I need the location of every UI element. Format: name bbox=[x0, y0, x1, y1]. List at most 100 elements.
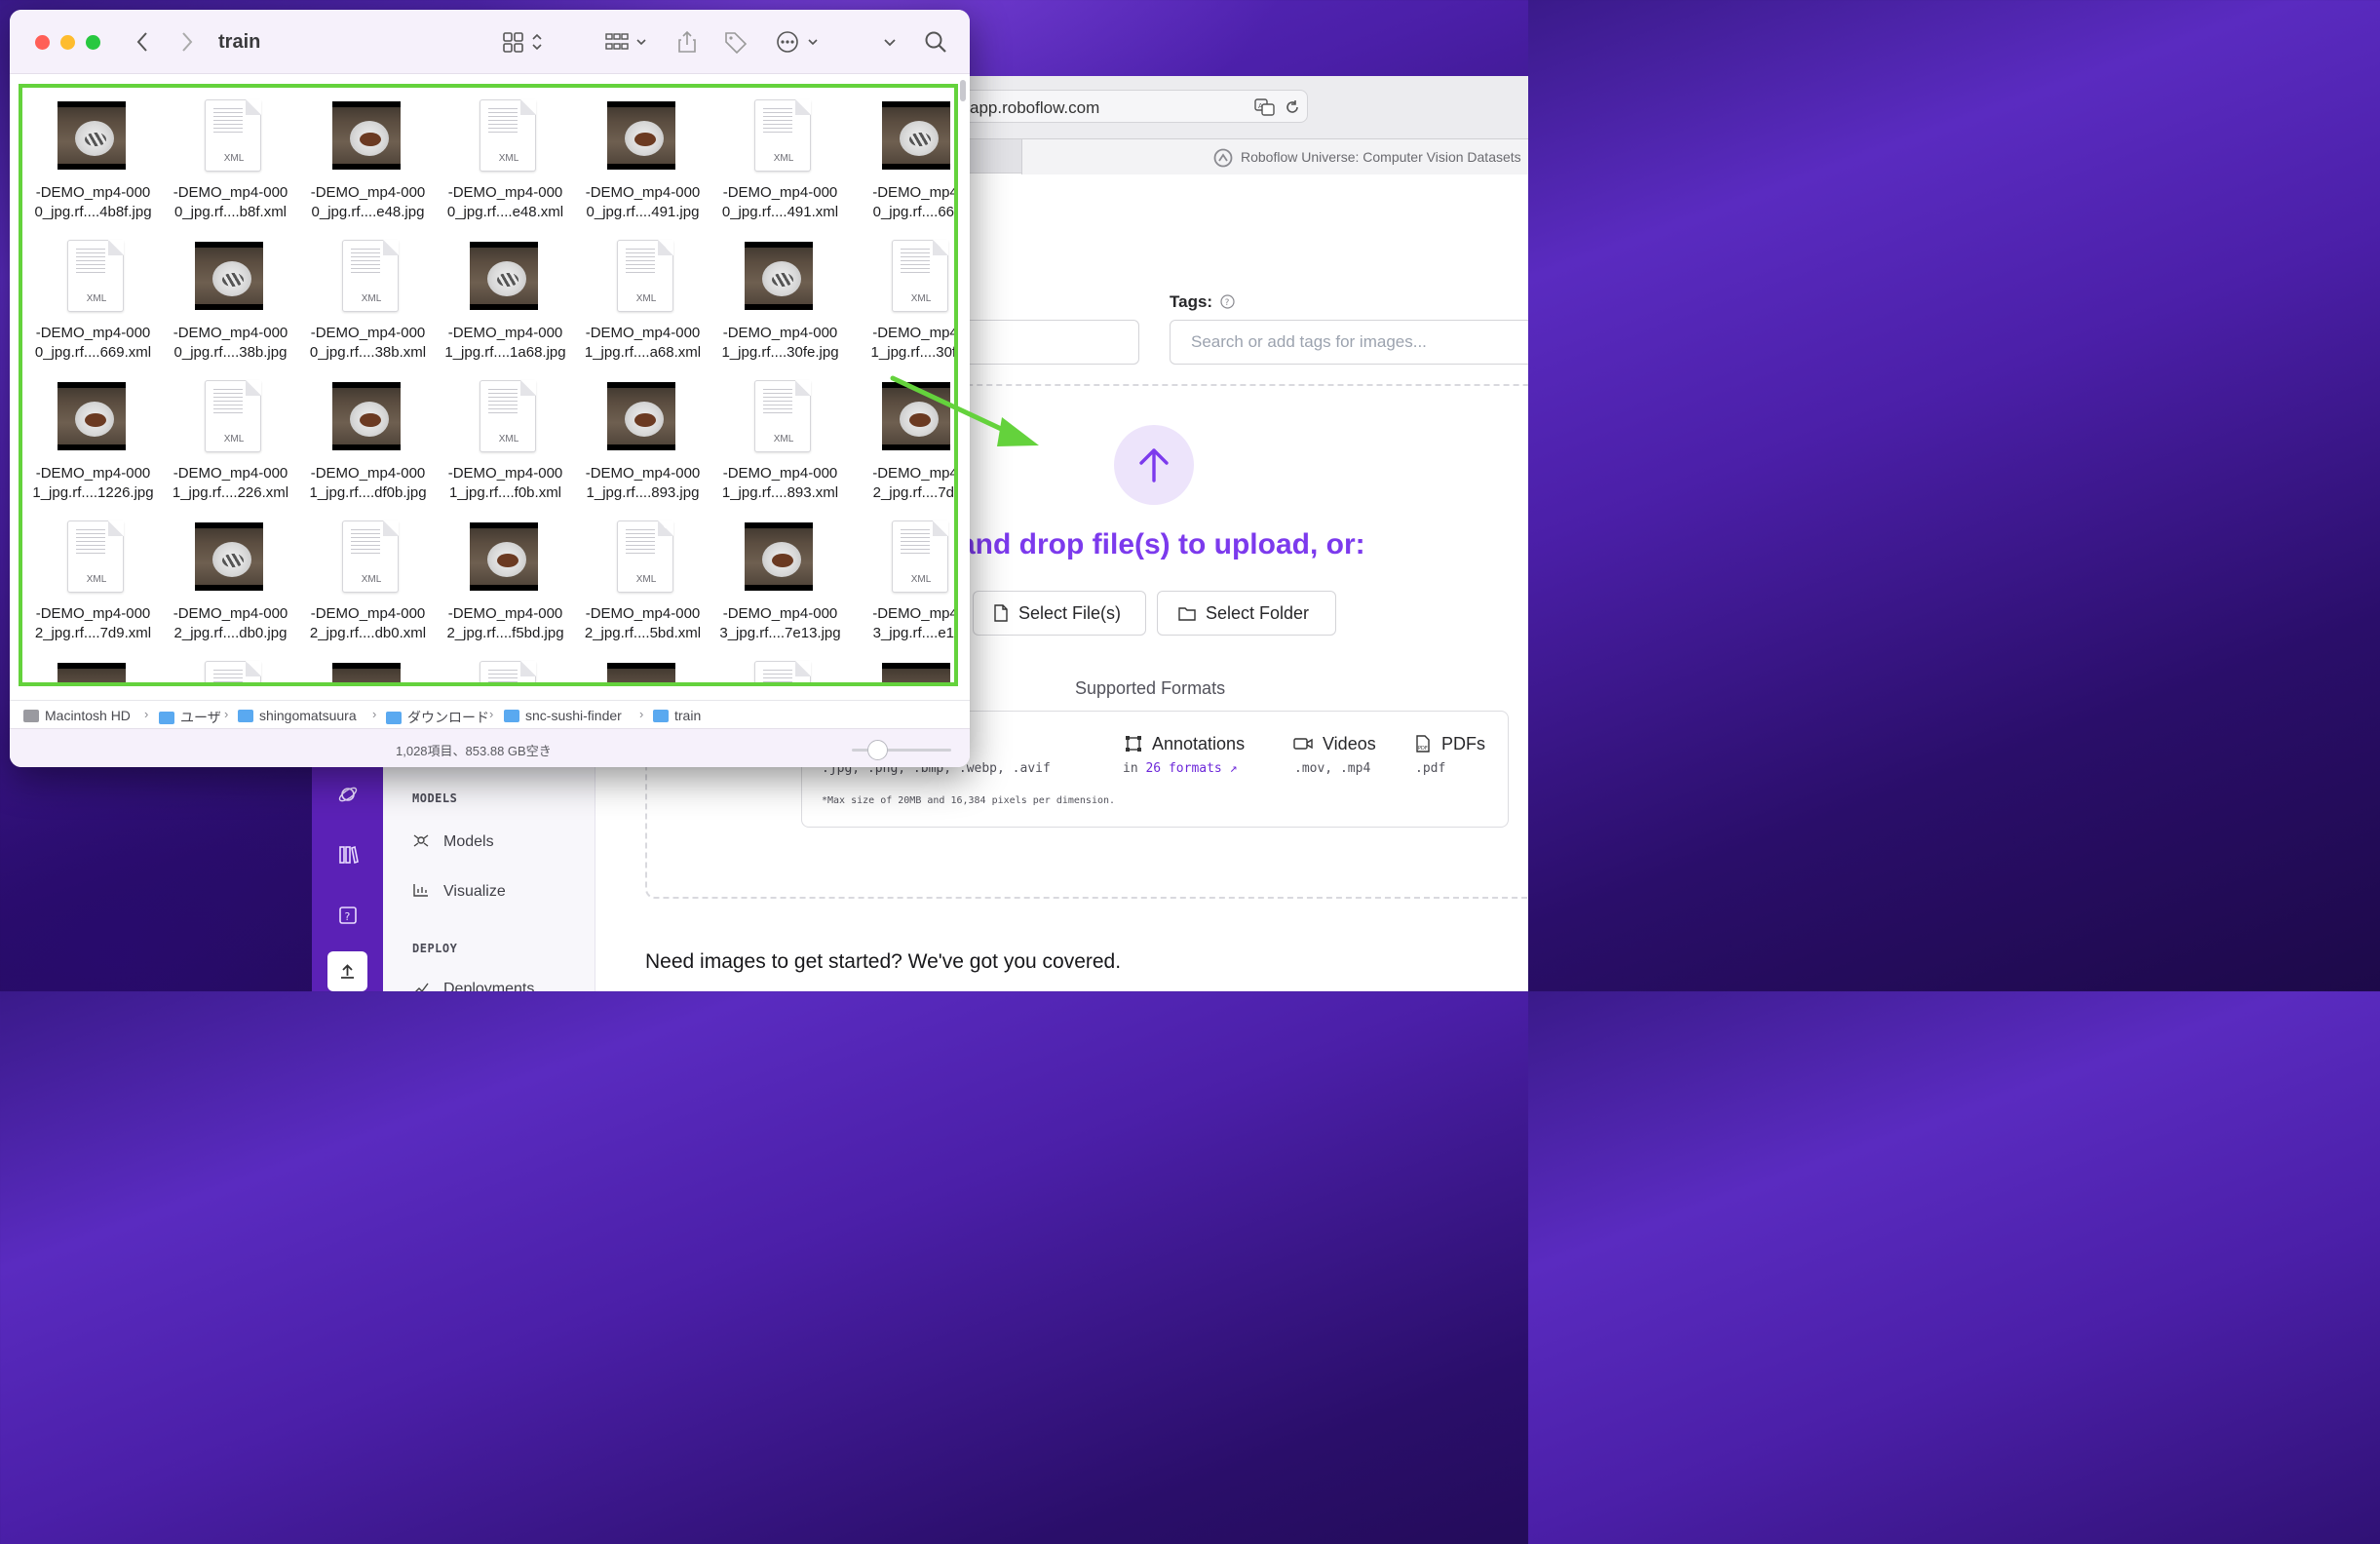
image-file-item[interactable]: -DEMO_mp4- 0_jpg.rf....669 bbox=[849, 90, 958, 230]
library-icon[interactable] bbox=[337, 844, 359, 866]
chevron-down-icon[interactable] bbox=[882, 30, 898, 54]
xml-file-item[interactable]: XML -DEMO_mp4-000 2_jpg.rf....db0.xml bbox=[299, 511, 437, 651]
file-name: -DEMO_mp4-000 3_jpg.rf....7e13.jpg bbox=[719, 605, 841, 641]
path-crumb[interactable]: ダウンロード bbox=[386, 708, 489, 727]
xml-file-item[interactable]: XML bbox=[437, 651, 574, 682]
image-file-item[interactable]: -DEMO_mp4-000 0_jpg.rf....38b.jpg bbox=[162, 230, 299, 370]
xml-file-item[interactable]: XML -DEMO_mp4-000 1_jpg.rf....893.xml bbox=[711, 370, 849, 511]
xml-file-item[interactable]: XML -DEMO_mp4- 1_jpg.rf....30fe bbox=[849, 230, 954, 370]
file-name: -DEMO_mp4-000 1_jpg.rf....893.xml bbox=[721, 465, 839, 501]
folder-icon bbox=[504, 710, 519, 722]
icon-view-icon[interactable] bbox=[502, 30, 545, 54]
select-files-button[interactable]: Select File(s) bbox=[973, 591, 1146, 636]
file-grid[interactable]: -DEMO_mp4-000 0_jpg.rf....4b8f.jpg XML -DEM… bbox=[19, 84, 958, 686]
xml-file-item[interactable]: XML bbox=[162, 651, 299, 682]
image-file-item[interactable]: -DEMO_mp4- 2_jpg.rf....7d9 bbox=[849, 370, 954, 511]
file-name: -DEMO_mp4-000 0_jpg.rf....e48.jpg bbox=[310, 184, 426, 220]
close-window-button[interactable] bbox=[35, 35, 50, 50]
annotation-formats-link[interactable]: 26 formats bbox=[1145, 761, 1221, 776]
image-file-item[interactable]: -DEMO_mp4-000 2_jpg.rf....db0.jpg bbox=[162, 511, 299, 651]
image-file-item[interactable]: -DEMO_mp4-000 2_jpg.rf....f5bd.jpg bbox=[437, 511, 574, 651]
back-icon[interactable] bbox=[134, 30, 150, 54]
xml-file-item[interactable]: XML -DEMO_mp4-000 0_jpg.rf....e48.xml bbox=[437, 90, 574, 230]
tab-roboflow-universe[interactable]: Roboflow Universe: Computer Vision Datas… bbox=[1021, 139, 1528, 174]
share-icon[interactable] bbox=[676, 30, 698, 54]
xml-file-item[interactable]: XML -DEMO_mp4-000 0_jpg.rf....669.xml bbox=[24, 230, 162, 370]
xml-document-icon: XML bbox=[205, 99, 261, 172]
xml-file-item[interactable]: XML -DEMO_mp4-000 2_jpg.rf....5bd.xml bbox=[574, 511, 711, 651]
path-crumb[interactable]: snc-sushi-finder bbox=[504, 708, 622, 723]
xml-document-icon: XML bbox=[205, 380, 261, 452]
image-file-item[interactable]: -DEMO_mp4-000 0_jpg.rf....491.jpg bbox=[574, 90, 711, 230]
xml-document-icon: XML bbox=[754, 661, 811, 682]
item-count-status: 1,028項目、853.88 GB空き bbox=[396, 744, 552, 758]
reload-icon[interactable] bbox=[1284, 98, 1301, 116]
image-thumbnail bbox=[332, 101, 401, 170]
group-icon[interactable] bbox=[604, 30, 651, 54]
xml-file-item[interactable]: XML bbox=[711, 651, 849, 682]
file-name: -DEMO_mp4-000 0_jpg.rf....4b8f.jpg bbox=[34, 184, 152, 220]
xml-file-item[interactable]: XML -DEMO_mp4-000 1_jpg.rf....f0b.xml bbox=[437, 370, 574, 511]
zoom-window-button[interactable] bbox=[86, 35, 100, 50]
image-file-item[interactable]: -DEMO_mp4-000 1_jpg.rf....30fe.jpg bbox=[711, 230, 849, 370]
roboflow-logo-icon bbox=[1213, 148, 1233, 168]
image-thumbnail bbox=[58, 663, 126, 682]
help-icon[interactable]: ? bbox=[337, 905, 359, 926]
image-file-item[interactable]: -DEMO_mp4-000 0_jpg.rf....e48.jpg bbox=[299, 90, 437, 230]
image-thumbnail bbox=[607, 382, 675, 450]
image-file-item[interactable]: -DEMO_mp4-000 0_jpg.rf....4b8f.jpg bbox=[24, 90, 162, 230]
path-crumb[interactable]: train bbox=[653, 708, 701, 723]
image-file-item[interactable] bbox=[24, 651, 162, 682]
svg-text:A: A bbox=[1258, 102, 1263, 110]
annotation-icon bbox=[1126, 736, 1141, 752]
minimize-window-button[interactable] bbox=[60, 35, 75, 50]
icon-size-slider-knob[interactable] bbox=[867, 740, 888, 760]
drop-instructions: and drop file(s) to upload, or: bbox=[959, 528, 1365, 560]
image-thumbnail bbox=[58, 382, 126, 450]
image-thumbnail bbox=[607, 663, 675, 682]
sidebar-item-visualize[interactable]: Visualize bbox=[412, 882, 506, 901]
batch-name-input[interactable] bbox=[955, 320, 1139, 365]
scrollbar-thumb[interactable] bbox=[960, 80, 966, 101]
image-file-item[interactable] bbox=[299, 651, 437, 682]
more-actions-icon[interactable] bbox=[776, 30, 821, 54]
image-file-item[interactable]: -DEMO_mp4-000 3_jpg.rf....7e13.jpg bbox=[711, 511, 849, 651]
xml-file-item[interactable]: XML -DEMO_mp4-000 1_jpg.rf....a68.xml bbox=[574, 230, 711, 370]
tags-search-input[interactable]: Search or add tags for images... bbox=[1170, 320, 1528, 365]
image-file-item[interactable]: -DEMO_mp4-000 1_jpg.rf....df0b.jpg bbox=[299, 370, 437, 511]
image-file-item[interactable]: -DEMO_mp4-000 1_jpg.rf....1226.jpg bbox=[24, 370, 162, 511]
forward-icon[interactable] bbox=[179, 30, 195, 54]
xml-file-item[interactable]: XML -DEMO_mp4- 3_jpg.rf....e13 bbox=[849, 511, 954, 651]
search-icon[interactable] bbox=[924, 30, 947, 54]
file-name: -DEMO_mp4-000 2_jpg.rf....7d9.xml bbox=[34, 605, 152, 641]
path-crumb[interactable]: ユーザ bbox=[159, 708, 221, 727]
path-crumb[interactable]: shingomatsuura bbox=[238, 708, 357, 723]
image-file-item[interactable]: -DEMO_mp4-000 1_jpg.rf....893.jpg bbox=[574, 370, 711, 511]
xml-file-item[interactable]: XML -DEMO_mp4-000 1_jpg.rf....226.xml bbox=[162, 370, 299, 511]
file-name: -DEMO_mp4- 0_jpg.rf....669 bbox=[872, 184, 958, 220]
file-name: -DEMO_mp4-000 1_jpg.rf....30fe.jpg bbox=[721, 325, 839, 361]
image-file-item[interactable]: -DEMO_mp4-000 1_jpg.rf....1a68.jpg bbox=[437, 230, 574, 370]
xml-file-item[interactable]: XML -DEMO_mp4-000 0_jpg.rf....b8f.xml bbox=[162, 90, 299, 230]
address-bar[interactable]: app.roboflow.com A bbox=[936, 90, 1308, 123]
sidebar-item-deployments[interactable]: Deployments bbox=[412, 980, 534, 991]
chevron-right-icon: › bbox=[224, 707, 229, 721]
image-file-item[interactable] bbox=[574, 651, 711, 682]
xml-file-item[interactable]: XML -DEMO_mp4-000 2_jpg.rf....7d9.xml bbox=[24, 511, 162, 651]
image-thumbnail bbox=[195, 522, 263, 591]
select-folder-button[interactable]: Select Folder bbox=[1157, 591, 1336, 636]
xml-file-item[interactable]: XML -DEMO_mp4-000 0_jpg.rf....38b.xml bbox=[299, 230, 437, 370]
file-icon bbox=[994, 604, 1008, 622]
upload-nav-button[interactable] bbox=[327, 951, 367, 991]
question-circle-icon[interactable]: ? bbox=[1220, 294, 1235, 309]
xml-file-item[interactable]: XML -DEMO_mp4-000 0_jpg.rf....491.xml bbox=[711, 90, 849, 230]
image-thumbnail bbox=[470, 242, 538, 310]
folder-icon bbox=[238, 710, 253, 722]
universe-icon[interactable] bbox=[337, 784, 359, 805]
image-file-item[interactable] bbox=[849, 651, 954, 682]
path-crumb[interactable]: Macintosh HD bbox=[23, 708, 131, 723]
translate-icon[interactable]: A bbox=[1254, 98, 1276, 116]
tag-icon[interactable] bbox=[723, 30, 749, 54]
supported-formats-title: Supported Formats bbox=[1075, 678, 1226, 698]
sidebar-item-models[interactable]: Models bbox=[412, 832, 494, 851]
